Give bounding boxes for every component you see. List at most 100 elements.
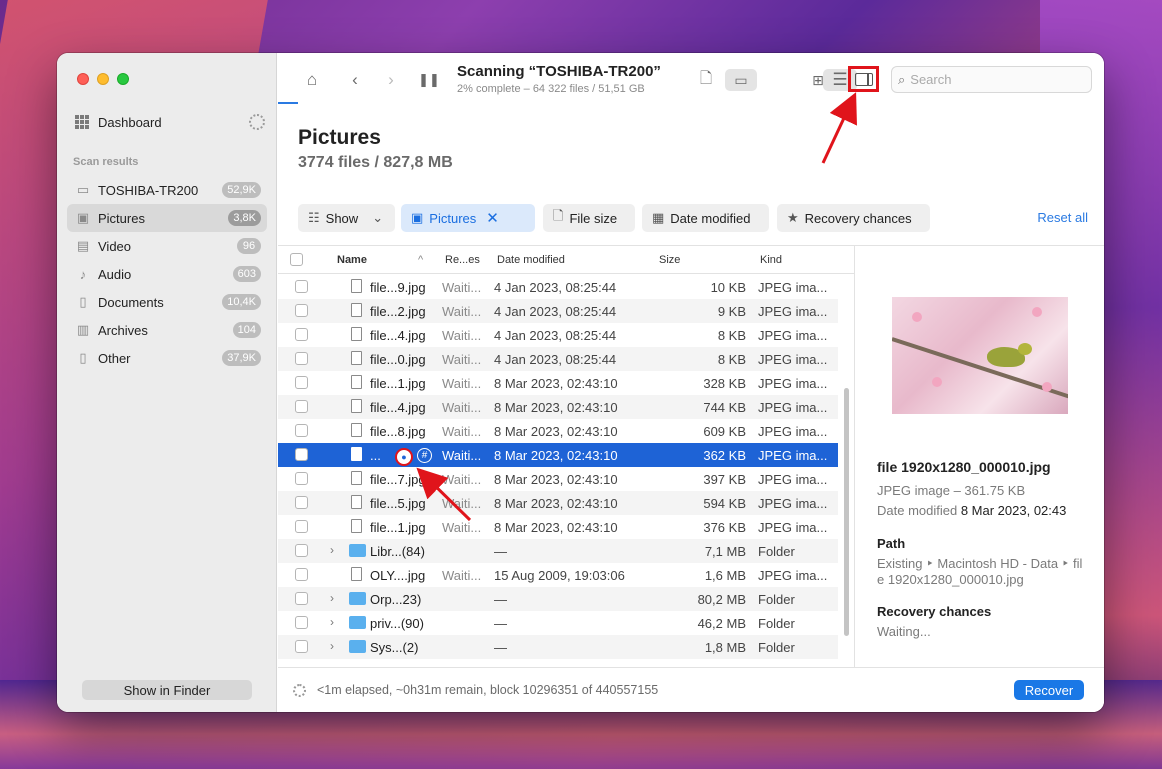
- row-checkbox[interactable]: [295, 520, 308, 536]
- file-kind: JPEG ima...: [758, 352, 828, 367]
- file-size-filter-button[interactable]: 🗋 File size: [543, 204, 635, 232]
- sidebar-item-toshiba-tr200[interactable]: ▭ TOSHIBA-TR200 52,9K: [67, 176, 267, 204]
- close-button[interactable]: [77, 73, 89, 85]
- status-bar: <1m elapsed, ~0h31m remain, block 102963…: [278, 667, 1104, 712]
- minimize-button[interactable]: [97, 73, 109, 85]
- row-checkbox[interactable]: [295, 400, 308, 416]
- row-checkbox[interactable]: [295, 544, 308, 560]
- recovery-chance: Waiti...: [442, 448, 482, 463]
- scan-results-list: ▭ TOSHIBA-TR200 52,9K ▣ Pictures 3,8K ▤ Vi…: [67, 176, 267, 372]
- row-checkbox[interactable]: [295, 568, 308, 584]
- file-name: file...4.jpg: [370, 400, 426, 415]
- recovery-chances-filter-button[interactable]: ★ Recovery chances: [777, 204, 930, 232]
- disclosure-chevron-icon[interactable]: ›: [330, 615, 334, 629]
- file-name: Libr...(84): [370, 544, 425, 559]
- forward-chevron-icon[interactable]: ›: [379, 69, 403, 91]
- folder-view-icon[interactable]: ▭: [725, 69, 757, 91]
- app-window: Dashboard Scan results ▭ TOSHIBA-TR200 5…: [57, 53, 1104, 712]
- recover-button[interactable]: Recover: [1014, 680, 1084, 700]
- disclosure-chevron-icon[interactable]: ›: [330, 639, 334, 653]
- disclosure-chevron-icon[interactable]: ›: [330, 543, 334, 557]
- file-size: 362 KB: [703, 448, 746, 463]
- row-checkbox[interactable]: [295, 640, 308, 656]
- table-row[interactable]: OLY....jpg Waiti... 15 Aug 2009, 19:03:06 1…: [278, 563, 838, 587]
- sidebar-item-label: Documents: [98, 294, 164, 310]
- table-row[interactable]: file...1.jpg Waiti... 8 Mar 2023, 02:43:10…: [278, 515, 838, 539]
- main-panel: ⌂ ‹ › ❚❚ Scanning “TOSHIBA-TR200” 2% com…: [278, 53, 1104, 712]
- table-row[interactable]: ... ● # Waiti... 8 Mar 2023, 02:43:10 362 KB J…: [278, 443, 838, 467]
- show-filter-button[interactable]: ☷ Show ⌄: [298, 204, 395, 232]
- home-icon[interactable]: ⌂: [300, 69, 324, 91]
- grid-view-icon[interactable]: ⊞: [806, 69, 830, 91]
- count-badge: 104: [232, 322, 261, 338]
- column-kind[interactable]: Kind: [760, 254, 782, 266]
- column-name[interactable]: Name: [337, 254, 367, 266]
- count-badge: 10,4K: [222, 294, 261, 310]
- pictures-filter-chip[interactable]: ▣ Pictures ✕: [401, 204, 535, 232]
- row-checkbox[interactable]: [295, 448, 308, 464]
- file-kind: JPEG ima...: [758, 376, 828, 391]
- pause-icon[interactable]: ❚❚: [417, 69, 441, 91]
- eye-preview-icon[interactable]: ●: [395, 448, 413, 466]
- table-row[interactable]: file...1.jpg Waiti... 8 Mar 2023, 02:43:10…: [278, 371, 838, 395]
- row-checkbox[interactable]: [295, 352, 308, 368]
- file-name: Sys...(2): [370, 640, 419, 655]
- row-checkbox[interactable]: [295, 424, 308, 440]
- file-size: 609 KB: [703, 424, 746, 439]
- row-checkbox[interactable]: [295, 280, 308, 296]
- select-all-checkbox[interactable]: [290, 253, 303, 269]
- document-icon: [351, 303, 362, 317]
- row-checkbox[interactable]: [295, 496, 308, 512]
- row-checkbox[interactable]: [295, 592, 308, 608]
- file-size: 7,1 MB: [704, 544, 746, 559]
- page-subtitle: 3774 files / 827,8 MB: [298, 154, 453, 171]
- hash-icon[interactable]: #: [417, 448, 432, 463]
- table-row[interactable]: › Sys...(2) — 1,8 MB Folder: [278, 635, 838, 659]
- sidebar-item-pictures[interactable]: ▣ Pictures 3,8K: [67, 204, 267, 232]
- table-row[interactable]: file...7.jpg Waiti... 8 Mar 2023, 02:43:10…: [278, 467, 838, 491]
- row-checkbox[interactable]: [295, 376, 308, 392]
- table-row[interactable]: file...8.jpg Waiti... 8 Mar 2023, 02:43:10…: [278, 419, 838, 443]
- row-checkbox[interactable]: [295, 472, 308, 488]
- scrollbar[interactable]: [844, 388, 849, 636]
- table-row[interactable]: file...0.jpg Waiti... 4 Jan 2023, 08:25:44…: [278, 347, 838, 371]
- table-row[interactable]: › priv...(90) — 46,2 MB Folder: [278, 611, 838, 635]
- file-icon: ▯: [79, 350, 87, 365]
- date-modified: 8 Mar 2023, 02:43:10: [494, 496, 618, 511]
- row-checkbox[interactable]: [295, 304, 308, 320]
- back-chevron-icon[interactable]: ‹: [343, 69, 367, 91]
- sidebar-item-other[interactable]: ▯ Other 37,9K: [67, 344, 267, 372]
- remove-filter-icon[interactable]: ✕: [486, 209, 499, 227]
- file-view-icon[interactable]: 🗋: [694, 69, 718, 91]
- document-icon: [351, 471, 362, 485]
- preview-panel-toggle-button[interactable]: [848, 66, 879, 92]
- document-icon: [351, 567, 362, 581]
- table-body: file...9.jpg Waiti... 4 Jan 2023, 08:25:44…: [278, 275, 838, 659]
- disclosure-chevron-icon[interactable]: ›: [330, 591, 334, 605]
- row-checkbox[interactable]: [295, 328, 308, 344]
- table-row[interactable]: › Libr...(84) — 7,1 MB Folder: [278, 539, 838, 563]
- column-recovery[interactable]: Re...es: [445, 254, 480, 266]
- reset-all-link[interactable]: Reset all: [1037, 210, 1088, 225]
- sidebar-item-archives[interactable]: ▥ Archives 104: [67, 316, 267, 344]
- date-modified-filter-button[interactable]: ▦ Date modified: [642, 204, 769, 232]
- table-row[interactable]: file...4.jpg Waiti... 4 Jan 2023, 08:25:44…: [278, 323, 838, 347]
- table-row[interactable]: file...9.jpg Waiti... 4 Jan 2023, 08:25:44…: [278, 275, 838, 299]
- sidebar-item-audio[interactable]: ♪ Audio 603: [67, 260, 267, 288]
- table-row[interactable]: file...2.jpg Waiti... 4 Jan 2023, 08:25:44…: [278, 299, 838, 323]
- show-in-finder-button[interactable]: Show in Finder: [82, 680, 252, 700]
- file-name: file...0.jpg: [370, 352, 426, 367]
- sidebar-item-video[interactable]: ▤ Video 96: [67, 232, 267, 260]
- table-row[interactable]: file...5.jpg Waiti... 8 Mar 2023, 02:43:10…: [278, 491, 838, 515]
- row-checkbox[interactable]: [295, 616, 308, 632]
- column-date[interactable]: Date modified: [497, 254, 565, 266]
- table-row[interactable]: file...4.jpg Waiti... 8 Mar 2023, 02:43:10…: [278, 395, 838, 419]
- document-icon: [351, 447, 362, 461]
- table-row[interactable]: › Orp...23) — 80,2 MB Folder: [278, 587, 838, 611]
- column-size[interactable]: Size: [659, 254, 680, 266]
- preview-date-label: Date modified: [877, 503, 958, 518]
- search-field[interactable]: ⌕ Search: [891, 66, 1092, 93]
- sidebar-item-dashboard[interactable]: Dashboard: [75, 111, 265, 133]
- zoom-button[interactable]: [117, 73, 129, 85]
- sidebar-item-documents[interactable]: ▯ Documents 10,4K: [67, 288, 267, 316]
